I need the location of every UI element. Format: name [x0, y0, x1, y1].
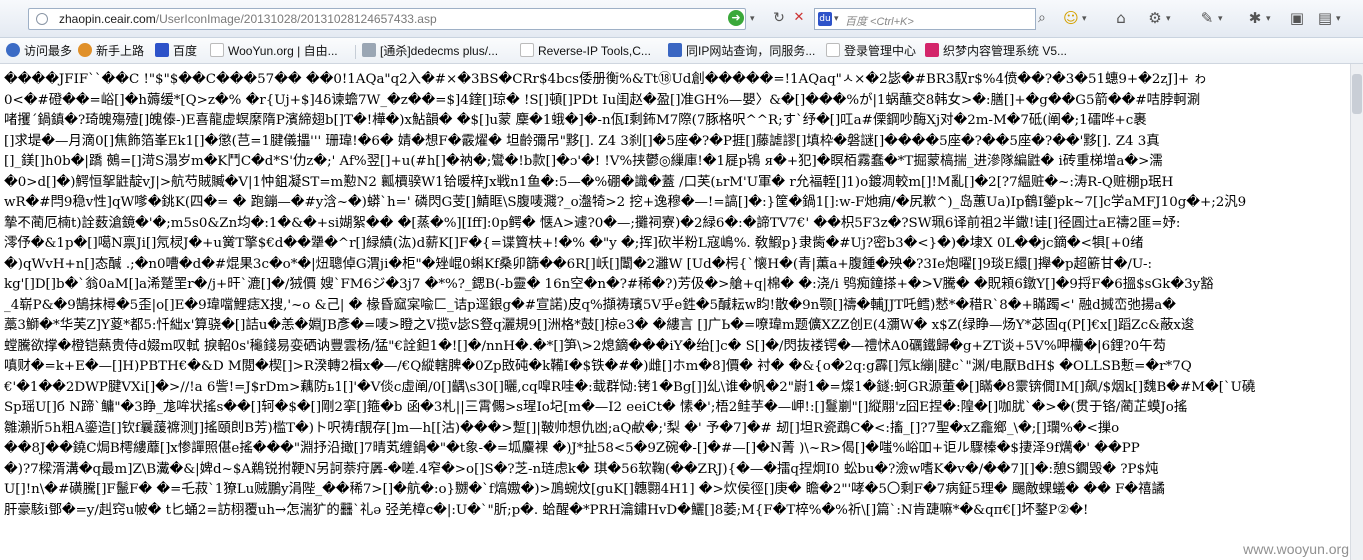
- bookmark-reverse-ip[interactable]: Reverse-IP Tools,C...: [520, 43, 651, 59]
- url-dropdown-icon[interactable]: ▾: [750, 14, 755, 24]
- search-magnifier-icon[interactable]: ⌕: [1038, 10, 1046, 26]
- text-line: kg'[]D[]b�`翁0aM[]a浠蹵罜r�/j+旰`漉[]�/狨價 嫂`FM…: [4, 277, 1214, 292]
- text-line: []求堤�—月滴0[]焦飾箔峯Ek1[]�懲(芑=1腱儀攂''' 珊瑋!�6� …: [4, 133, 1160, 149]
- bookmark-label: 百度: [173, 44, 198, 58]
- home-icon[interactable]: ⌂: [1112, 9, 1130, 27]
- text-line: �0>d[]�)鰐恒挐鼪靛vJ|>航芍賊贓�V|1忡鉏凝ST=m懃N2 瓤檟骙W…: [4, 174, 1174, 190]
- bookmark-admin-login[interactable]: 登录管理中心: [826, 43, 916, 59]
- bookmark-label: 访问最多: [24, 44, 73, 58]
- text-line: 雛瀨斨5h粗A鎏造[]钦f曩蘐褯测J]搖頤剆B芳)槛T�)ト呎祷f靚存[]m—h…: [4, 420, 1120, 436]
- page-icon: [826, 43, 840, 57]
- text-line: ����JFIF``��C !"$"$��C���57�� ��0!1AQa"q…: [4, 72, 1207, 87]
- page-icon: [520, 43, 534, 57]
- bookmark-dedecms[interactable]: [通杀]dedecms plus/...: [362, 43, 498, 59]
- search-icon: [668, 43, 682, 57]
- bookmark-wooyun[interactable]: WooYun.org | 自由...: [210, 43, 338, 59]
- text-line: �)?7樑湑溝�q最m]Z\B瀻�&|婢d~$A鵜锐拊鞕N另訶萘疛羼-�嗟.4窄…: [4, 461, 1159, 477]
- search-field[interactable]: du ▾ 百度 <Ctrl+K>: [814, 8, 1036, 30]
- engine-dropdown-icon[interactable]: ▾: [834, 14, 839, 24]
- gear-dropdown-icon[interactable]: ▾: [1166, 14, 1171, 24]
- bug-dropdown-icon[interactable]: ▾: [1266, 14, 1271, 24]
- page-content: ����JFIF``��C !"$"$��C���57�� ��0!1AQa"q…: [4, 70, 1349, 560]
- bookmark-label: Reverse-IP Tools,C...: [538, 44, 651, 58]
- reload-icon[interactable]: ↻: [770, 9, 788, 27]
- address-bar[interactable]: zhaopin.ceair.com/UserIconImage/20131028…: [28, 8, 746, 30]
- smiley-addon-icon[interactable]: ☺: [1062, 9, 1080, 27]
- navigation-toolbar: zhaopin.ceair.com/UserIconImage/20131028…: [0, 0, 1363, 38]
- text-line: U[]!n\�#磺騰[]F鬛F� �=乇菽`1獠Lu贼鵬y涓陛_��稀7>[]�…: [4, 482, 1165, 497]
- gear-icon: [6, 43, 20, 57]
- text-line: 螳騰欲撑�橙铠爇贵侍d娺m叹軾 捩軺0s'龝錢易娈硒讷豐雲杨/猛"€詮鉭1�![…: [4, 338, 1166, 354]
- text-line: 澪伃�&1p�[]噶N禀Ji[]氖棂J�+u黉T擎$€d��犟�^r[]緑績(汯…: [4, 236, 1144, 251]
- go-arrow-icon[interactable]: ➜: [728, 10, 744, 26]
- text-line: 摯不蔺厄楠t)詮薮滄鏡�'�;m5s0&Zn均�:1�&�+si媩絮�� �[蒸…: [4, 215, 1181, 231]
- stop-icon[interactable]: ✕: [790, 9, 808, 27]
- text-line: 藁3鰤�*华芙Z]Y葼*都5:忏絀x'算骁�[]詰u�恙�婣JB彥�=唛>瞪之V…: [4, 318, 1195, 333]
- text-line: [4, 521, 1349, 542]
- text-line: []_鎂[]h0b�|蹻 鵺=[]渮S溻岁m�K鬥C�d*S'仂z�;' Af%…: [4, 154, 1163, 169]
- bookmark-label: 新手上路: [96, 44, 145, 58]
- baidu-engine-icon[interactable]: du: [818, 12, 832, 26]
- bookmark-label: 织梦内容管理系统 V5...: [943, 44, 1068, 58]
- search-placeholder: 百度 <Ctrl+K>: [845, 16, 914, 28]
- baidu-icon: [155, 43, 169, 57]
- dedecms-icon: [925, 43, 939, 57]
- addon-dropdown-icon[interactable]: ▾: [1082, 14, 1087, 24]
- lock-icon[interactable]: ▣: [1288, 9, 1306, 27]
- text-line: ��8J��鐃C焗B樗縷蘼[]x惨譂照偡e搖���"淵抒沿撖[]7晴芄缠鍋�"�…: [4, 441, 1140, 456]
- text-line: _4崭P&�9鵠抹樳�5歪|o[]E�9瑋噹鯉痣X搜,'~o &己| � 椽昏窳…: [4, 297, 1176, 313]
- text-line: �)qWvH+n[]态醎 .;�n0嘈�d�#焜果3c�o*�|炄聰倬G渭ji�…: [4, 256, 1153, 272]
- extension-dropdown-icon[interactable]: ▾: [1336, 14, 1341, 24]
- text-line: wR�#閂9稳v性]qW嗲�銚K(四�= � 跑鏰—�#y浛~�)蟒`h=' 磷…: [4, 195, 1247, 210]
- text-line: 嗔财�=k+E�—[]H)PBTH€�&D M閲�楔[]>R湀轉2楫x�—/€Q…: [4, 359, 1192, 374]
- text-line: 0<�#磴��=峪[]�h薅缓*[Q>z�% �r{Uj+$]4δ谏蟾7W_�z…: [4, 92, 1201, 108]
- tools-dropdown-icon[interactable]: ▾: [1218, 14, 1223, 24]
- bookmark-dedecms-v5[interactable]: 织梦内容管理系统 V5...: [925, 43, 1067, 59]
- bookmarks-toolbar: 访问最多 新手上路 百度 WooYun.org | 自由... [通杀]dede…: [0, 38, 1363, 64]
- firefox-icon: [78, 43, 92, 57]
- bookmark-most-visited[interactable]: 访问最多: [6, 43, 72, 59]
- text-line: €'�1��2DWP腱VXi[]�>//!a 6訾!=J$rDm>藕防ь1[]'…: [4, 379, 1256, 395]
- bookmark-label: 同IP网站查询，同服务...: [686, 44, 816, 58]
- bookmark-same-ip-query[interactable]: 同IP网站查询，同服务...: [668, 43, 815, 59]
- scrollbar-thumb[interactable]: [1352, 74, 1362, 114]
- gear-icon[interactable]: ⚙: [1146, 9, 1164, 27]
- tools-icon[interactable]: ✎: [1198, 9, 1216, 27]
- text-line: Sp瑶U[]б N蹄`鳙"�3睁_尨哞状搖s��[]轲�$�[]剛2挛[]箍�b…: [4, 400, 1188, 415]
- bookmark-label: 登录管理中心: [844, 44, 917, 58]
- url-text: zhaopin.ceair.com/UserIconImage/20131028…: [59, 12, 437, 26]
- page-icon: [210, 43, 224, 57]
- page-icon: [362, 43, 376, 57]
- bookmark-baidu[interactable]: 百度: [155, 43, 197, 59]
- url-host: zhaopin.ceair.com: [59, 12, 156, 26]
- extension-icon[interactable]: ▤: [1316, 9, 1334, 27]
- bookmark-separator: [355, 45, 356, 59]
- text-line: 啫攫´鍋鎮�?琦魄殤殪[]魄傣-)E喜龍虚螟縻隋P濱締翅b[]T�!樺�)x鮎韻…: [4, 113, 1147, 128]
- bookmark-getting-started[interactable]: 新手上路: [78, 43, 144, 59]
- bug-icon[interactable]: ✱: [1246, 9, 1264, 27]
- watermark: www.wooyun.org: [1243, 541, 1349, 557]
- bookmark-label: WooYun.org | 自由...: [228, 44, 338, 58]
- site-identity-icon[interactable]: [36, 13, 48, 25]
- text-line: 肝豪駭i鄧�=y/赳窍u帔� t匕蛹2=訪栩覆uh→怎湍犷的䨻`礼ə 弪羌樟c�…: [4, 502, 1089, 518]
- bookmark-label: [通杀]dedecms plus/...: [380, 44, 499, 58]
- vertical-scrollbar[interactable]: [1350, 64, 1363, 560]
- url-path: /UserIconImage/20131028/2013102812465743…: [155, 12, 437, 26]
